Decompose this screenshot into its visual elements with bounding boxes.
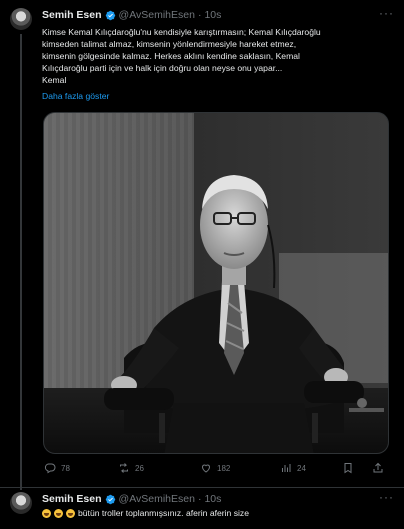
reply-count: 78	[61, 463, 70, 473]
tweet-text-line: Kemal	[42, 75, 67, 85]
bookmark-icon	[344, 463, 352, 474]
tweet-header: Semih Esen @AvSemihEsen · 10s	[42, 9, 221, 21]
laughing-emoji-icon	[66, 508, 75, 518]
action-bar: 78 26 182 24	[42, 462, 392, 476]
author-name[interactable]: Semih Esen	[42, 9, 102, 21]
photo-illustration	[44, 113, 388, 453]
main-tweet[interactable]: Semih Esen @AvSemihEsen · 10s ··· Kimse …	[0, 0, 404, 490]
views-count: 24	[297, 463, 306, 473]
reply-tweet[interactable]: Semih Esen @AvSemihEsen · 10s ··· bütün …	[0, 489, 404, 529]
thread-line	[20, 34, 22, 490]
tweet-photo[interactable]	[43, 112, 389, 454]
repost-count: 26	[135, 463, 144, 473]
tweet-text: Kimse Kemal Kılıçdaroğlu'nu kendisiyle k…	[42, 26, 390, 86]
tweet-text-line: Kılıçdaroğlu parti için ve halk için doğ…	[42, 63, 283, 73]
avatar[interactable]	[10, 8, 32, 30]
separator: ·	[197, 493, 202, 505]
more-icon[interactable]: ···	[379, 491, 394, 503]
author-name[interactable]: Semih Esen	[42, 493, 102, 505]
reply-button[interactable]: 78	[44, 462, 70, 474]
repost-icon	[120, 463, 128, 473]
separator: ·	[197, 9, 202, 21]
verified-badge-icon	[105, 10, 115, 20]
repost-button[interactable]: 26	[118, 462, 144, 474]
views-icon	[282, 464, 291, 472]
avatar[interactable]	[10, 492, 32, 514]
heart-icon	[201, 464, 211, 473]
share-icon	[373, 462, 383, 473]
verified-badge-icon	[105, 494, 115, 504]
share-button[interactable]	[372, 462, 384, 474]
author-handle[interactable]: @AvSemihEsen	[119, 493, 195, 505]
laughing-emoji-icon	[42, 508, 51, 518]
author-handle[interactable]: @AvSemihEsen	[119, 9, 195, 21]
tweet-header: Semih Esen @AvSemihEsen · 10s	[42, 493, 221, 505]
tweet-text-line: Kimse Kemal Kılıçdaroğlu'nu kendisiyle k…	[42, 27, 321, 37]
bookmark-button[interactable]	[342, 462, 354, 474]
show-more-link[interactable]: Daha fazla göster	[42, 91, 109, 101]
tweet-text-line: kimseden talimat almaz, kimsenin yönlend…	[42, 39, 297, 49]
timestamp[interactable]: 10s	[204, 9, 221, 21]
views-button[interactable]: 24	[280, 462, 306, 474]
laughing-emoji-icon	[54, 508, 63, 518]
more-icon[interactable]: ···	[379, 7, 394, 19]
tweet-text-line: kimsenin gölgesinde kalmaz. Herkes aklın…	[42, 51, 300, 61]
reply-body: bütün troller toplanmışsınız. aferin afe…	[78, 508, 250, 518]
timestamp[interactable]: 10s	[204, 493, 221, 505]
reply-text: bütün troller toplanmışsınız. aferin afe…	[42, 508, 249, 518]
reply-icon	[44, 463, 56, 474]
like-count: 182	[217, 463, 231, 473]
like-button[interactable]: 182	[200, 462, 230, 474]
